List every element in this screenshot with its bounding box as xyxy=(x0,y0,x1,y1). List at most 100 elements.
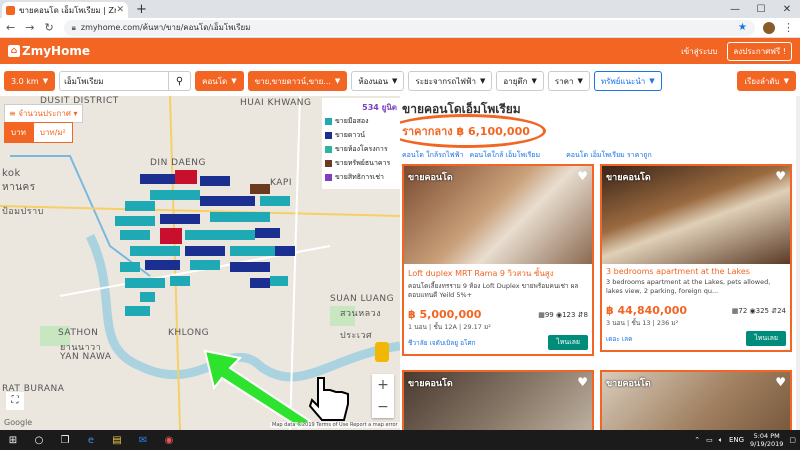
legend-item[interactable]: ขายดาวน์ xyxy=(325,130,397,141)
map-marker[interactable] xyxy=(120,262,140,272)
notifications-icon[interactable]: ▢ xyxy=(789,436,796,444)
map-marker[interactable] xyxy=(140,292,155,302)
map-marker[interactable] xyxy=(125,278,165,288)
page-scrollbar[interactable] xyxy=(796,96,800,430)
favorite-heart-icon[interactable]: ♥ xyxy=(775,169,786,183)
bedrooms-dropdown[interactable]: ห้องนอน ▼ xyxy=(351,71,405,91)
new-tab-icon[interactable]: + xyxy=(136,2,147,17)
chrome-icon[interactable]: ◉ xyxy=(156,430,182,450)
tag-link[interactable]: คอนโด ใกล้รถไฟฟ้า xyxy=(402,150,464,161)
favorite-heart-icon[interactable]: ♥ xyxy=(775,375,786,389)
map-marker[interactable] xyxy=(175,170,197,184)
map-marker[interactable] xyxy=(185,246,225,256)
forward-icon[interactable]: → xyxy=(25,21,34,34)
contact-button[interactable]: ไหนเลย xyxy=(746,331,786,346)
maximize-icon[interactable]: ☐ xyxy=(748,0,774,18)
legend-item[interactable]: ขายมือสอง xyxy=(325,116,397,127)
close-window-icon[interactable]: ✕ xyxy=(774,0,800,18)
unit-baht-button[interactable]: บาท xyxy=(4,122,33,143)
map-marker[interactable] xyxy=(250,278,270,288)
listing-project-link[interactable]: เดอะ เลค xyxy=(606,334,632,344)
login-link[interactable]: เข้าสู่ระบบ xyxy=(681,45,717,58)
map-marker[interactable] xyxy=(115,216,155,226)
close-tab-icon[interactable]: ✕ xyxy=(116,5,124,15)
profile-avatar[interactable] xyxy=(763,21,775,34)
price-dropdown[interactable]: ราคา ▼ xyxy=(547,71,590,91)
building-age-dropdown[interactable]: อายุตึก ▼ xyxy=(496,71,544,91)
search-input[interactable]: เอ็มโพเรียม xyxy=(59,71,170,91)
map-marker[interactable] xyxy=(275,246,295,256)
map-marker[interactable] xyxy=(120,230,150,240)
map-marker[interactable] xyxy=(160,214,200,224)
radius-dropdown[interactable]: 3.0 km ▼ xyxy=(4,71,56,91)
map-marker[interactable] xyxy=(125,201,155,211)
clock[interactable]: 5:04 PM 9/19/2019 xyxy=(750,432,783,448)
reload-icon[interactable]: ↻ xyxy=(44,21,53,34)
favorite-heart-icon[interactable]: ♥ xyxy=(577,169,588,183)
back-icon[interactable]: ← xyxy=(6,21,15,34)
map-marker[interactable] xyxy=(270,276,288,286)
sale-type-dropdown[interactable]: ขาย,ขายดาวน์,ขาย... ▼ xyxy=(247,71,348,91)
map-marker[interactable] xyxy=(125,306,150,316)
listing-card[interactable]: ขายคอนโด ♥ 3 bedrooms apartment at the L… xyxy=(600,164,792,352)
url-field[interactable]: 🔒︎ zmyhome.com/ค้นหา/ขาย/คอนโด/เอ็มโพเรี… xyxy=(63,19,755,36)
map-marker[interactable] xyxy=(250,184,270,194)
listing-photo[interactable]: ขายคอนโด ♥ xyxy=(404,166,592,264)
fullscreen-icon[interactable]: ⛶ xyxy=(6,392,24,410)
map-marker[interactable] xyxy=(160,228,182,244)
map-marker[interactable] xyxy=(260,196,290,206)
network-icon[interactable]: ▭ xyxy=(706,436,713,444)
map-marker[interactable] xyxy=(230,262,270,272)
map-marker[interactable] xyxy=(130,246,180,256)
map-marker[interactable] xyxy=(200,196,255,206)
listing-card[interactable]: ขายคอนโด ♥ xyxy=(600,370,792,430)
contact-button[interactable]: ไหนเลย xyxy=(548,335,588,350)
browser-tab[interactable]: ขายคอนโด เอ็มโพเรียม | ZmyHome ✕ xyxy=(2,2,128,18)
tray-up-icon[interactable]: ⌃ xyxy=(694,436,700,444)
map-marker[interactable] xyxy=(150,190,200,200)
map-marker[interactable] xyxy=(210,212,270,222)
post-listing-button[interactable]: ลงประกาศฟรี ! xyxy=(727,41,792,61)
sort-by-count-dropdown[interactable]: ≡ จำนวนประกาศ ▾ xyxy=(4,104,83,123)
browser-menu-icon[interactable]: ⋮ xyxy=(783,21,794,34)
language-indicator[interactable]: ENG xyxy=(729,436,744,444)
listing-name[interactable]: 3 bedrooms apartment at the Lakes xyxy=(602,264,790,276)
listing-project-link[interactable]: ชีวาลัย เจดับเบิลยู อโศก xyxy=(408,338,476,348)
listing-photo[interactable]: ขายคอนโด ♥ xyxy=(602,372,790,430)
listing-card[interactable]: ขายคอนโด ♥ xyxy=(402,370,594,430)
map-marker[interactable] xyxy=(170,276,190,286)
zoom-out-button[interactable]: − xyxy=(372,396,394,418)
recommended-dropdown[interactable]: ทรัพย์แนะนำ ▼ xyxy=(593,71,662,91)
listing-name[interactable]: Loft duplex MRT Rama 9 วิวสวน ชั้นสูง xyxy=(404,264,592,280)
sort-dropdown[interactable]: เรียงลำดับ ▼ xyxy=(737,71,796,91)
map-view[interactable]: DUSIT DISTRICT HUAI KHWANG DIN DAENG KAP… xyxy=(0,96,400,430)
site-logo[interactable]: ⌂ ZmyHome xyxy=(8,44,90,58)
windows-start-icon[interactable]: ⊞ xyxy=(0,430,26,450)
distance-dropdown[interactable]: ระยะจากรถไฟฟ้า ▼ xyxy=(408,71,493,91)
street-view-pegman-icon[interactable] xyxy=(375,342,389,362)
map-marker[interactable] xyxy=(200,176,230,186)
property-type-dropdown[interactable]: คอนโด ▼ xyxy=(195,71,244,91)
listing-card[interactable]: ขายคอนโด ♥ Loft duplex MRT Rama 9 วิวสวน… xyxy=(402,164,594,356)
edge-browser-icon[interactable]: e xyxy=(78,430,104,450)
outlook-icon[interactable]: ✉ xyxy=(130,430,156,450)
bookmark-star-icon[interactable]: ★ xyxy=(738,22,747,33)
listing-photo[interactable]: ขายคอนโด ♥ xyxy=(404,372,592,430)
favorite-heart-icon[interactable]: ♥ xyxy=(577,375,588,389)
map-marker[interactable] xyxy=(190,260,220,270)
file-explorer-icon[interactable]: ▤ xyxy=(104,430,130,450)
legend-item[interactable]: ขายห้องโครงการ xyxy=(325,144,397,155)
unit-baht-sqm-button[interactable]: บาท/ม² xyxy=(32,122,73,143)
tag-link[interactable]: คอนโด เอ็มโพเรียม ราคาถูก xyxy=(566,150,652,161)
legend-item[interactable]: ขายสิทธิการเช่า xyxy=(325,172,397,183)
map-marker[interactable] xyxy=(145,260,180,270)
map-marker[interactable] xyxy=(255,228,280,238)
task-view-icon[interactable]: ❐ xyxy=(52,430,78,450)
tag-link[interactable]: คอนโดใกล้ เอ็มโพเรียม xyxy=(470,150,541,161)
search-icon[interactable]: ○ xyxy=(26,430,52,450)
search-button[interactable]: ⚲ xyxy=(169,71,192,91)
volume-icon[interactable]: 🔈︎ xyxy=(719,436,723,445)
map-marker[interactable] xyxy=(230,246,275,256)
map-marker[interactable] xyxy=(185,230,255,240)
minimize-icon[interactable]: — xyxy=(722,0,748,18)
